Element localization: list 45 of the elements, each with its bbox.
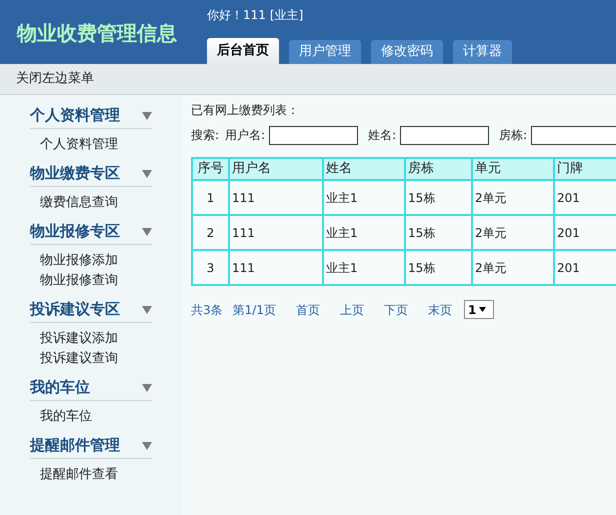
table-cell: 111 xyxy=(229,250,323,285)
nav-tab[interactable]: 后台首页 xyxy=(207,38,279,64)
table-cell: 业主1 xyxy=(323,250,405,285)
menu-item[interactable]: 个人资料管理 xyxy=(40,135,152,155)
menu-item[interactable]: 投诉建议查询 xyxy=(40,349,152,369)
caret-icon[interactable] xyxy=(479,307,486,312)
section-heading[interactable]: 提醒邮件管理 xyxy=(30,434,120,457)
table-cell: 2单元 xyxy=(472,250,554,285)
pagination-link[interactable]: 末页 xyxy=(428,300,452,318)
list-heading: 已有网上缴费列表： xyxy=(191,102,299,119)
field-label: 房栋: xyxy=(499,127,528,144)
section-heading[interactable]: 物业报修专区 xyxy=(30,220,120,243)
section-heading[interactable]: 个人资料管理 xyxy=(30,104,120,127)
page-indicator: 第1/1页 xyxy=(232,302,276,318)
menu-item[interactable]: 物业报修添加 xyxy=(40,251,152,271)
section-heading[interactable]: 投诉建议专区 xyxy=(30,298,120,321)
search-field[interactable] xyxy=(269,126,358,144)
section-heading[interactable]: 我的车位 xyxy=(30,376,90,399)
menu-item[interactable]: 投诉建议添加 xyxy=(40,329,152,349)
user-role-text: [业主] xyxy=(270,7,304,24)
pagination-link[interactable]: 下页 xyxy=(384,300,408,318)
nav-tab[interactable]: 修改密码 xyxy=(371,40,443,64)
column-header: 序号 xyxy=(192,158,229,180)
nav-tab[interactable]: 用户管理 xyxy=(289,40,361,64)
menu-item[interactable]: 物业报修查询 xyxy=(40,271,152,291)
search-field[interactable] xyxy=(400,126,490,144)
pagination-link[interactable]: 首页 xyxy=(296,300,320,318)
close-menu-link[interactable]: 关闭左边菜单 xyxy=(16,69,94,89)
section-heading[interactable]: 物业缴费专区 xyxy=(30,162,120,185)
menu-item[interactable]: 提醒邮件查看 xyxy=(40,465,152,485)
menu-item[interactable]: 我的车位 xyxy=(40,407,152,427)
search-field[interactable] xyxy=(531,126,616,144)
page-select[interactable]: 1 xyxy=(464,300,494,319)
greeting-text: 你好！111 xyxy=(207,7,266,24)
table-cell: 3 xyxy=(192,250,229,285)
field-label: 用户名: xyxy=(225,127,266,144)
record-count: 共3条 xyxy=(191,302,223,318)
search-label: 搜索: xyxy=(191,127,220,144)
app-title: 物业收费管理信息 xyxy=(16,20,178,47)
column-header: 用户名 xyxy=(229,158,323,180)
nav-tab[interactable]: 计算器 xyxy=(453,40,512,64)
table-cell: 15栋 xyxy=(405,250,472,285)
pagination-link[interactable]: 上页 xyxy=(340,300,364,318)
menu-item[interactable]: 缴费信息查询 xyxy=(40,193,152,213)
field-label: 姓名: xyxy=(368,127,396,144)
